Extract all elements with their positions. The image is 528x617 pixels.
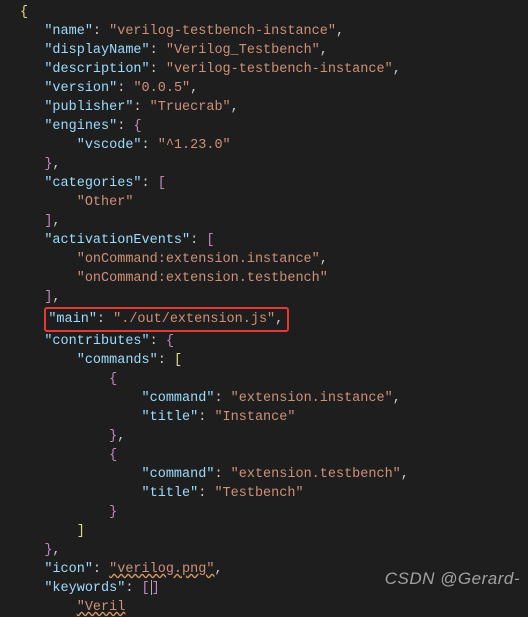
warning-underline: "verilog.png" — [109, 562, 214, 577]
code-block: { "name": "verilog-testbench-instance", … — [20, 3, 528, 617]
watermark-text: CSDN @Gerard- — [385, 569, 520, 588]
highlighted-main-property: "main": "./out/extension.js", — [44, 307, 289, 332]
